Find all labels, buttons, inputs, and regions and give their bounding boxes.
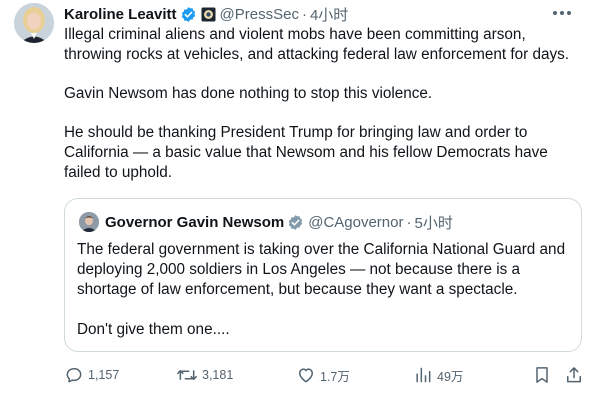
repost-icon bbox=[177, 370, 197, 380]
tweet[interactable]: Karoline Leavitt @PressSec · 4小时 Illegal… bbox=[0, 0, 591, 394]
like-icon bbox=[299, 368, 313, 383]
government-badge-icon bbox=[201, 7, 216, 22]
separator-dot: · bbox=[301, 5, 307, 23]
like-button[interactable]: 1.7万 bbox=[296, 362, 350, 388]
bookmark-icon bbox=[536, 367, 548, 383]
tweet-header: Karoline Leavitt @PressSec · 4小时 bbox=[64, 4, 348, 24]
share-button[interactable] bbox=[564, 362, 588, 388]
verified-badge-icon bbox=[180, 6, 197, 23]
quoted-tweet-timestamp: 5小时 bbox=[414, 214, 453, 232]
quoted-author-avatar bbox=[79, 212, 99, 232]
quoted-author-name: Governor Gavin Newsom bbox=[105, 213, 285, 231]
tweet-paragraph: Illegal criminal aliens and violent mobs… bbox=[64, 26, 570, 63]
author-avatar[interactable] bbox=[14, 3, 54, 43]
quoted-tweet-paragraph: Don't give them one.... bbox=[77, 321, 230, 338]
quoted-tweet-text: The federal government is taking over th… bbox=[77, 240, 577, 340]
share-icon bbox=[567, 367, 581, 383]
view-count: 49万 bbox=[437, 369, 464, 384]
author-name[interactable]: Karoline Leavitt bbox=[64, 6, 177, 23]
tweet-text: Illegal criminal aliens and violent mobs… bbox=[64, 25, 584, 183]
tweet-paragraph: He should be thanking President Trump fo… bbox=[64, 124, 548, 181]
verified-badge-icon bbox=[287, 214, 304, 231]
views-button[interactable]: 49万 bbox=[413, 362, 463, 388]
repost-button[interactable]: 3,181 bbox=[176, 362, 233, 388]
reply-icon bbox=[66, 367, 82, 383]
quoted-tweet-header: Governor Gavin Newsom @CAgovernor · 5小时 bbox=[79, 211, 453, 233]
quoted-tweet[interactable]: Governor Gavin Newsom @CAgovernor · 5小时 … bbox=[64, 198, 582, 352]
quoted-tweet-paragraph: The federal government is taking over th… bbox=[77, 241, 566, 298]
separator-dot: · bbox=[406, 213, 412, 231]
like-count: 1.7万 bbox=[320, 369, 350, 384]
quoted-author-handle: @CAgovernor bbox=[308, 213, 404, 231]
action-bar: 1,157 3,181 1.7万 49万 bbox=[64, 362, 584, 388]
more-icon[interactable] bbox=[551, 4, 573, 22]
reply-button[interactable]: 1,157 bbox=[64, 362, 119, 388]
tweet-timestamp[interactable]: 4小时 bbox=[310, 4, 348, 25]
tweet-paragraph: Gavin Newsom has done nothing to stop th… bbox=[64, 85, 433, 102]
reply-count: 1,157 bbox=[88, 368, 120, 382]
author-handle[interactable]: @PressSec bbox=[220, 6, 299, 23]
views-icon bbox=[416, 367, 431, 383]
repost-count: 3,181 bbox=[202, 368, 234, 382]
bookmark-button[interactable] bbox=[532, 362, 556, 388]
